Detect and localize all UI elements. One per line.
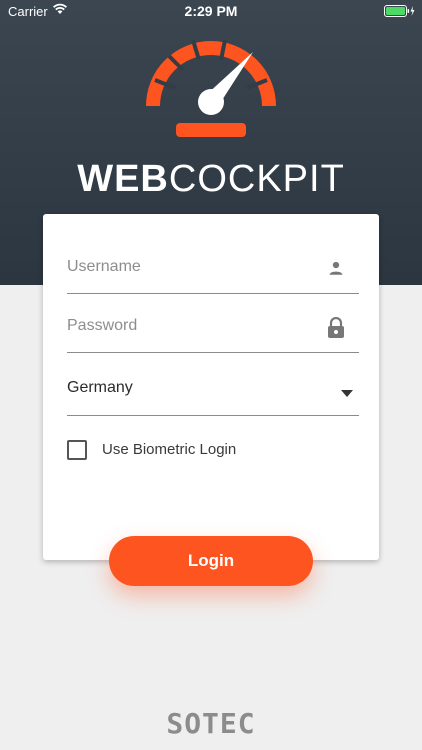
- speedometer-logo-icon: [141, 30, 281, 145]
- status-bar: Carrier 2:29 PM: [0, 0, 422, 22]
- sotec-logo: SOTEC: [166, 707, 256, 740]
- person-icon: [327, 259, 345, 282]
- username-field[interactable]: Username: [67, 250, 359, 294]
- biometric-label: Use Biometric Login: [102, 441, 237, 458]
- country-select[interactable]: Germany: [67, 372, 359, 416]
- username-placeholder: Username: [67, 258, 141, 275]
- login-button[interactable]: Login: [109, 536, 313, 586]
- battery-icon: [384, 5, 416, 20]
- lock-icon: [327, 316, 345, 344]
- app-title-light: COCKPIT: [168, 158, 345, 200]
- clock: 2:29 PM: [184, 3, 238, 19]
- password-placeholder: Password: [67, 317, 138, 334]
- biometric-checkbox[interactable]: [67, 440, 87, 460]
- app-title: WEBCOCKPIT: [0, 158, 422, 201]
- country-value: Germany: [67, 379, 133, 396]
- app-title-bold: WEB: [77, 158, 169, 200]
- password-field[interactable]: Password: [67, 310, 359, 353]
- login-card: Username Password Germany Use Biometric …: [43, 214, 379, 560]
- dropdown-arrow-icon: [341, 384, 353, 402]
